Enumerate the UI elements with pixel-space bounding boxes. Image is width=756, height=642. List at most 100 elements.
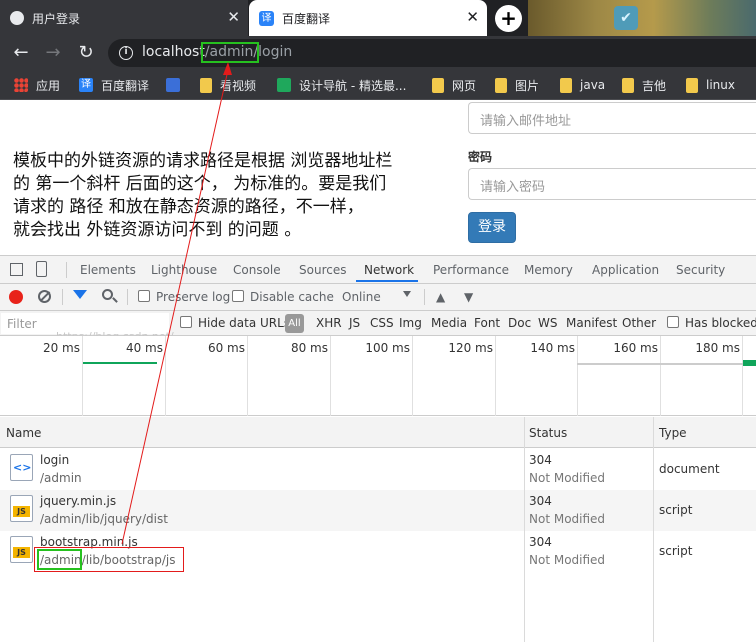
close-tab-icon[interactable]: ✕: [466, 9, 479, 25]
tab-performance[interactable]: Performance: [433, 263, 509, 277]
request-path: /admin/lib/jquery/dist: [40, 512, 168, 526]
request-name: jquery.min.js: [40, 494, 117, 508]
timeline-gridline: [330, 336, 331, 416]
tab-sources[interactable]: Sources: [299, 263, 346, 277]
bookmark-guitar[interactable]: 吉他: [622, 70, 666, 100]
bookmark-web[interactable]: 网页: [432, 70, 476, 100]
hide-data-urls-checkbox[interactable]: [180, 316, 192, 328]
tab-user-login[interactable]: 用户登录 ✕: [0, 0, 248, 36]
table-row[interactable]: [0, 449, 756, 490]
filter-other[interactable]: Other: [622, 316, 656, 330]
record-icon[interactable]: [9, 290, 23, 304]
filter-js[interactable]: JS: [349, 316, 360, 330]
bookmark-design-nav[interactable]: 设计导航 - 精选最...: [277, 70, 406, 100]
filter-manifest[interactable]: Manifest: [566, 316, 617, 330]
filter-ws[interactable]: WS: [538, 316, 557, 330]
folder-icon: [686, 77, 698, 93]
timeline-tick-label: 180 ms: [695, 341, 740, 355]
disable-cache-label: Disable cache: [250, 290, 334, 304]
filter-doc[interactable]: Doc: [508, 316, 531, 330]
timeline-bar: [83, 362, 157, 364]
back-arrow-icon[interactable]: ←: [9, 41, 33, 65]
tab-application[interactable]: Application: [592, 263, 659, 277]
filter-icon[interactable]: [73, 290, 87, 299]
column-name-header[interactable]: Name: [6, 426, 41, 440]
tab-lighthouse[interactable]: Lighthouse: [151, 263, 217, 277]
apps-grid-icon: [14, 78, 28, 92]
request-name: login: [40, 453, 70, 467]
device-toolbar-icon[interactable]: [36, 261, 47, 277]
request-status-text: Not Modified: [529, 553, 606, 567]
import-har-icon[interactable]: ▲: [436, 290, 445, 304]
document-file-icon: <>: [10, 454, 33, 481]
export-har-icon[interactable]: ▼: [464, 290, 473, 304]
tab-baidu-translate[interactable]: 译 百度翻译 ✕: [249, 0, 487, 36]
forward-arrow-icon[interactable]: →: [41, 41, 65, 65]
password-field[interactable]: 请输入密码: [468, 168, 756, 200]
app-badge-icon: ✔: [614, 6, 638, 30]
timeline-gridline: [412, 336, 413, 416]
column-status-header[interactable]: Status: [529, 426, 567, 440]
filter-media[interactable]: Media: [431, 316, 467, 330]
divider: [62, 289, 63, 305]
reload-icon[interactable]: ↻: [74, 41, 98, 65]
filter-font[interactable]: Font: [474, 316, 500, 330]
timeline-gridline: [660, 336, 661, 416]
note-line: 的 第一个斜杆 后面的这个， 为标准的。要是我们: [13, 174, 387, 194]
filter-all-button[interactable]: All: [285, 314, 304, 333]
timeline-tick-label: 160 ms: [613, 341, 658, 355]
new-tab-button[interactable]: +: [495, 5, 522, 32]
hide-data-urls-label: Hide data URLs: [198, 316, 291, 330]
timeline-gridline: [742, 336, 743, 416]
preserve-log-checkbox[interactable]: [138, 290, 150, 302]
timeline-bar: [743, 360, 756, 366]
preserve-log-label: Preserve log: [156, 290, 231, 304]
bookmark-linux[interactable]: linux: [686, 70, 735, 100]
folder-icon: [432, 77, 444, 93]
request-status-text: Not Modified: [529, 512, 606, 526]
disable-cache-checkbox[interactable]: [232, 290, 244, 302]
close-tab-icon[interactable]: ✕: [227, 9, 240, 25]
email-field[interactable]: 请输入邮件地址: [468, 102, 756, 134]
bookmark-images[interactable]: 图片: [495, 70, 539, 100]
timeline-bar: [577, 363, 747, 365]
column-divider[interactable]: [524, 417, 525, 642]
filter-img[interactable]: Img: [399, 316, 422, 330]
url-annotation-box: [201, 42, 259, 63]
timeline-tick-label: 20 ms: [42, 341, 80, 355]
table-header: [0, 417, 756, 448]
timeline-gridline: [577, 336, 578, 416]
request-type: script: [659, 503, 693, 517]
bookmark-videos[interactable]: 看视频: [200, 70, 256, 100]
column-divider[interactable]: [653, 417, 654, 642]
tab-security[interactable]: Security: [676, 263, 725, 277]
folder-icon: [622, 77, 634, 93]
clear-icon[interactable]: [38, 290, 51, 303]
info-icon[interactable]: i: [119, 46, 133, 60]
globe-icon: [10, 11, 24, 25]
request-status: 304: [529, 453, 552, 467]
bookmark-java[interactable]: java: [560, 70, 605, 100]
inspect-element-icon[interactable]: [10, 263, 23, 276]
login-button[interactable]: 登录: [468, 212, 516, 243]
timeline-tick-label: 100 ms: [365, 341, 410, 355]
filter-css[interactable]: CSS: [370, 316, 394, 330]
chevron-down-icon[interactable]: [403, 291, 411, 297]
search-icon[interactable]: [102, 289, 113, 300]
note-line: 模板中的外链资源的请求路径是根据 浏览器地址栏: [13, 151, 393, 171]
tab-console[interactable]: Console: [233, 263, 281, 277]
bookmark-apps[interactable]: 应用: [14, 70, 60, 100]
timeline-tick-label: 60 ms: [207, 341, 245, 355]
column-type-header[interactable]: Type: [659, 426, 687, 440]
bookmark-baidu-translate[interactable]: 译百度翻译: [79, 70, 149, 100]
bookmark-baidu[interactable]: [166, 70, 188, 100]
tab-memory[interactable]: Memory: [524, 263, 573, 277]
tab-elements[interactable]: Elements: [80, 263, 136, 277]
tab-network[interactable]: Network: [364, 263, 414, 277]
timeline-tick-label: 80 ms: [290, 341, 328, 355]
request-type: script: [659, 544, 693, 558]
has-blocked-cookies-checkbox[interactable]: [667, 316, 679, 328]
filter-xhr[interactable]: XHR: [316, 316, 342, 330]
throttling-select[interactable]: Online: [342, 290, 381, 304]
folder-icon: [560, 77, 572, 93]
